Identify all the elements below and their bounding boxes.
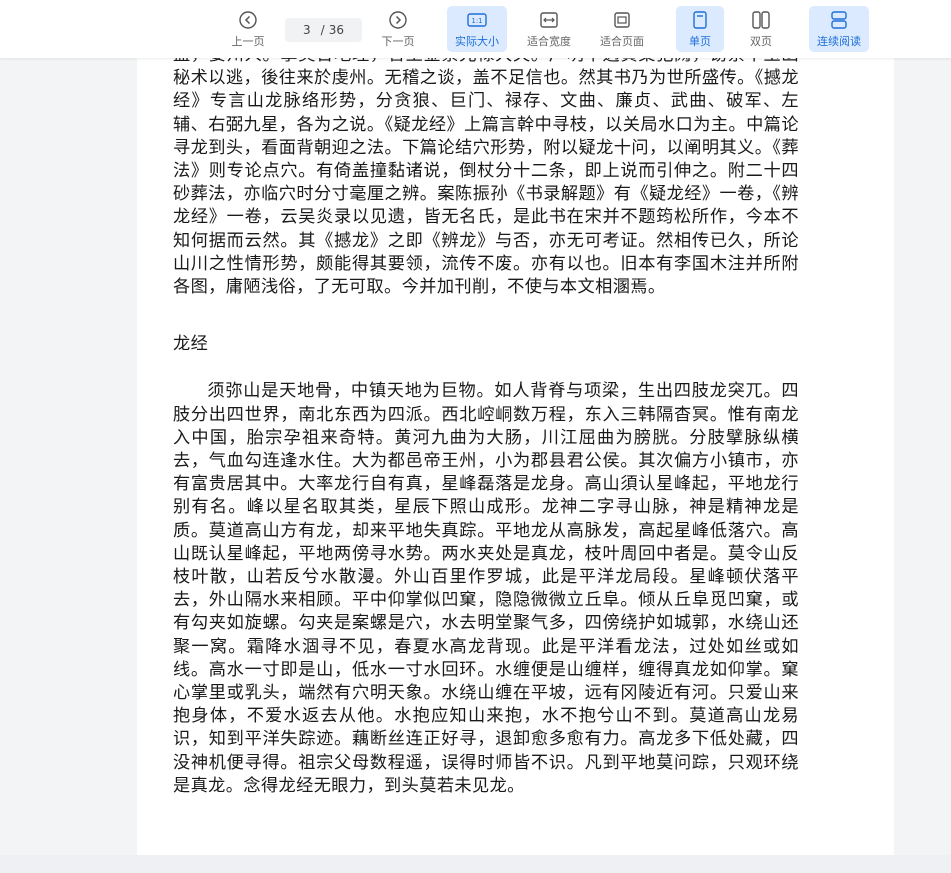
- document-page: 盖，娄州人。掌灵台地理，官至金紫光禄大夫。广明中遇黄巢犯阙，窃禁中玉函秘术以逃，…: [137, 0, 894, 855]
- reader-toolbar: 上一页 3 / 36 下一页 1:1 实际大小 适合宽度 适合页面 单页 双页 …: [0, 0, 951, 58]
- intro-paragraph: 盖，娄州人。掌灵台地理，官至金紫光禄大夫。广明中遇黄巢犯阙，窃禁中玉函秘术以逃，…: [173, 45, 799, 298]
- fit-page-icon: [613, 10, 631, 30]
- total-pages: 36: [328, 23, 344, 37]
- continuous-reading-button[interactable]: 连续阅读: [809, 6, 869, 52]
- chevron-left-icon: [239, 10, 257, 30]
- section-heading: 龙经: [173, 334, 209, 355]
- fit-width-icon: [539, 10, 559, 30]
- prev-page-button[interactable]: 上一页: [225, 6, 271, 52]
- current-page-input[interactable]: 3: [303, 23, 311, 37]
- actual-size-icon: 1:1: [467, 10, 487, 30]
- double-page-icon: [752, 10, 770, 30]
- fit-page-label: 适合页面: [600, 34, 644, 48]
- next-page-button[interactable]: 下一页: [375, 6, 421, 52]
- fit-width-label: 适合宽度: [527, 34, 571, 48]
- document-content: 盖，娄州人。掌灵台地理，官至金紫光禄大夫。广明中遇黄巢犯阙，窃禁中玉函秘术以逃，…: [173, 44, 799, 798]
- svg-text:1:1: 1:1: [471, 17, 482, 25]
- page-number-box[interactable]: 3 / 36: [285, 18, 362, 42]
- fit-page-button[interactable]: 适合页面: [593, 6, 651, 52]
- bottom-scroll-area: [0, 855, 951, 873]
- prev-page-label: 上一页: [231, 34, 265, 48]
- chevron-right-icon: [389, 10, 407, 30]
- single-page-icon: [693, 10, 707, 30]
- double-page-button[interactable]: 双页: [737, 6, 785, 52]
- single-page-label: 单页: [689, 34, 711, 48]
- next-page-label: 下一页: [381, 34, 415, 48]
- continuous-reading-icon: [830, 10, 848, 30]
- double-page-label: 双页: [750, 34, 772, 48]
- fit-width-button[interactable]: 适合宽度: [520, 6, 578, 52]
- page-separator: /: [320, 23, 325, 37]
- actual-size-label: 实际大小: [455, 34, 499, 48]
- continuous-reading-label: 连续阅读: [817, 34, 861, 48]
- single-page-button[interactable]: 单页: [676, 6, 724, 52]
- actual-size-button[interactable]: 1:1 实际大小: [447, 6, 507, 52]
- body-paragraph: 须弥山是天地骨，中镇天地为巨物。如人背脊与项梁，生出四肢龙突兀。四肢分出四世界，…: [173, 381, 799, 796]
